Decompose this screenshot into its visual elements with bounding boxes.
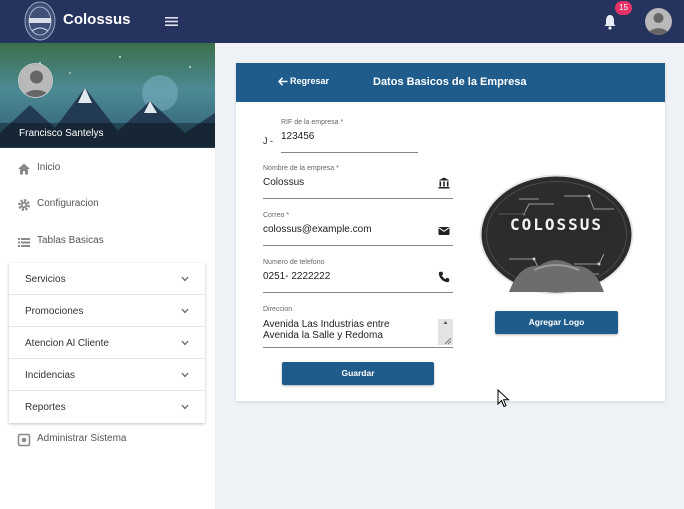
logo-text: COLOSSUS: [510, 215, 603, 234]
company-name-underline: [263, 198, 453, 199]
phone-underline: [263, 292, 453, 293]
submenu-item-incidencias[interactable]: Incidencias: [9, 359, 205, 391]
mouse-cursor-icon: [497, 389, 510, 408]
address-line-2[interactable]: Avenida la Salle y Redoma: [263, 330, 383, 341]
phone-label: Numero de telefono: [263, 259, 325, 266]
submenu-item-servicios[interactable]: Servicios: [9, 263, 205, 295]
submenu-item-label: Incidencias: [25, 370, 76, 381]
profile-name: Francisco Santelys: [0, 123, 215, 147]
bell-icon[interactable]: [603, 14, 617, 30]
company-name-field[interactable]: Nombre de la empresa * Colossus: [263, 165, 453, 199]
email-underline: [263, 245, 453, 246]
rif-input[interactable]: 123456: [281, 131, 314, 142]
nav-item-administrar-sistema[interactable]: Administrar Sistema: [0, 427, 215, 463]
phone-icon: [438, 271, 450, 283]
user-avatar[interactable]: [645, 8, 672, 35]
company-form-card: Regresar Datos Basicos de la Empresa RIF…: [236, 63, 665, 401]
rif-underline: [281, 152, 418, 153]
email-input[interactable]: colossus@example.com: [263, 224, 372, 235]
company-logo-image: COLOSSUS: [479, 174, 634, 295]
save-button[interactable]: Guardar: [282, 362, 434, 385]
tablas-basicas-submenu: Servicios Promociones Atencion Al Client…: [9, 263, 205, 423]
address-field[interactable]: Direccion Avenida Las Industrias entre A…: [263, 306, 453, 348]
admin-icon: [17, 433, 31, 447]
chevron-down-icon: [181, 340, 189, 346]
nav-item-label: Configuracion: [37, 198, 99, 209]
avatar-person-icon: [645, 8, 672, 35]
bank-icon: [438, 177, 450, 189]
nav-item-inicio[interactable]: Inicio: [0, 151, 215, 187]
textarea-scrollbar[interactable]: [438, 319, 453, 345]
card-title: Datos Basicos de la Empresa: [373, 76, 527, 88]
company-name-input[interactable]: Colossus: [263, 177, 304, 188]
address-label: Direccion: [263, 306, 293, 313]
hamburger-menu-icon[interactable]: [165, 16, 178, 27]
address-line-1[interactable]: Avenida Las Industrias entre: [263, 319, 390, 330]
app-title: Colossus: [63, 11, 131, 28]
gear-icon: [18, 199, 30, 211]
mail-icon: [438, 227, 450, 235]
chevron-down-icon: [181, 308, 189, 314]
chevron-down-icon: [181, 404, 189, 410]
rif-prefix: J -: [263, 136, 273, 146]
submenu-item-label: Promociones: [25, 306, 84, 317]
address-underline: [263, 347, 453, 348]
submenu-item-label: Servicios: [25, 274, 66, 285]
list-icon: [18, 238, 30, 247]
rif-label: RIF de la empresa *: [281, 119, 344, 126]
profile-header: Francisco Santelys: [0, 43, 215, 148]
email-label: Correo *: [263, 212, 290, 219]
chevron-down-icon: [181, 372, 189, 378]
back-button[interactable]: Regresar: [277, 76, 330, 86]
company-name-label: Nombre de la empresa *: [263, 165, 339, 172]
profile-avatar: [18, 63, 53, 98]
top-bar: Colossus 15: [0, 0, 684, 43]
submenu-item-label: Reportes: [25, 402, 66, 413]
phone-field[interactable]: Numero de telefono 0251- 2222222: [263, 259, 453, 293]
submenu-item-reportes[interactable]: Reportes: [9, 391, 205, 423]
nav-item-configuracion[interactable]: Configuracion: [0, 187, 215, 223]
notification-badge: 15: [615, 1, 632, 15]
chevron-down-icon: [181, 276, 189, 282]
home-icon: [18, 163, 30, 175]
phone-input[interactable]: 0251- 2222222: [263, 271, 330, 282]
nav-item-label: Inicio: [37, 162, 61, 173]
sidebar: Francisco Santelys Inicio Configuracion …: [0, 43, 215, 509]
rif-field[interactable]: RIF de la empresa * J - 123456: [263, 119, 418, 153]
nav-item-tablas-basicas[interactable]: Tablas Basicas: [0, 224, 215, 260]
back-button-label: Regresar: [290, 76, 330, 86]
arrow-left-icon: [277, 77, 288, 86]
card-header: Regresar Datos Basicos de la Empresa: [236, 63, 665, 102]
add-logo-button[interactable]: Agregar Logo: [495, 311, 618, 334]
submenu-item-atencion-al-cliente[interactable]: Atencion Al Cliente: [9, 327, 205, 359]
submenu-item-promociones[interactable]: Promociones: [9, 295, 205, 327]
nav-item-label: Administrar Sistema: [37, 433, 127, 444]
submenu-item-label: Atencion Al Cliente: [25, 338, 109, 349]
email-field[interactable]: Correo * colossus@example.com: [263, 212, 453, 246]
app-logo: [24, 1, 56, 41]
nav-item-label: Tablas Basicas: [37, 235, 104, 246]
